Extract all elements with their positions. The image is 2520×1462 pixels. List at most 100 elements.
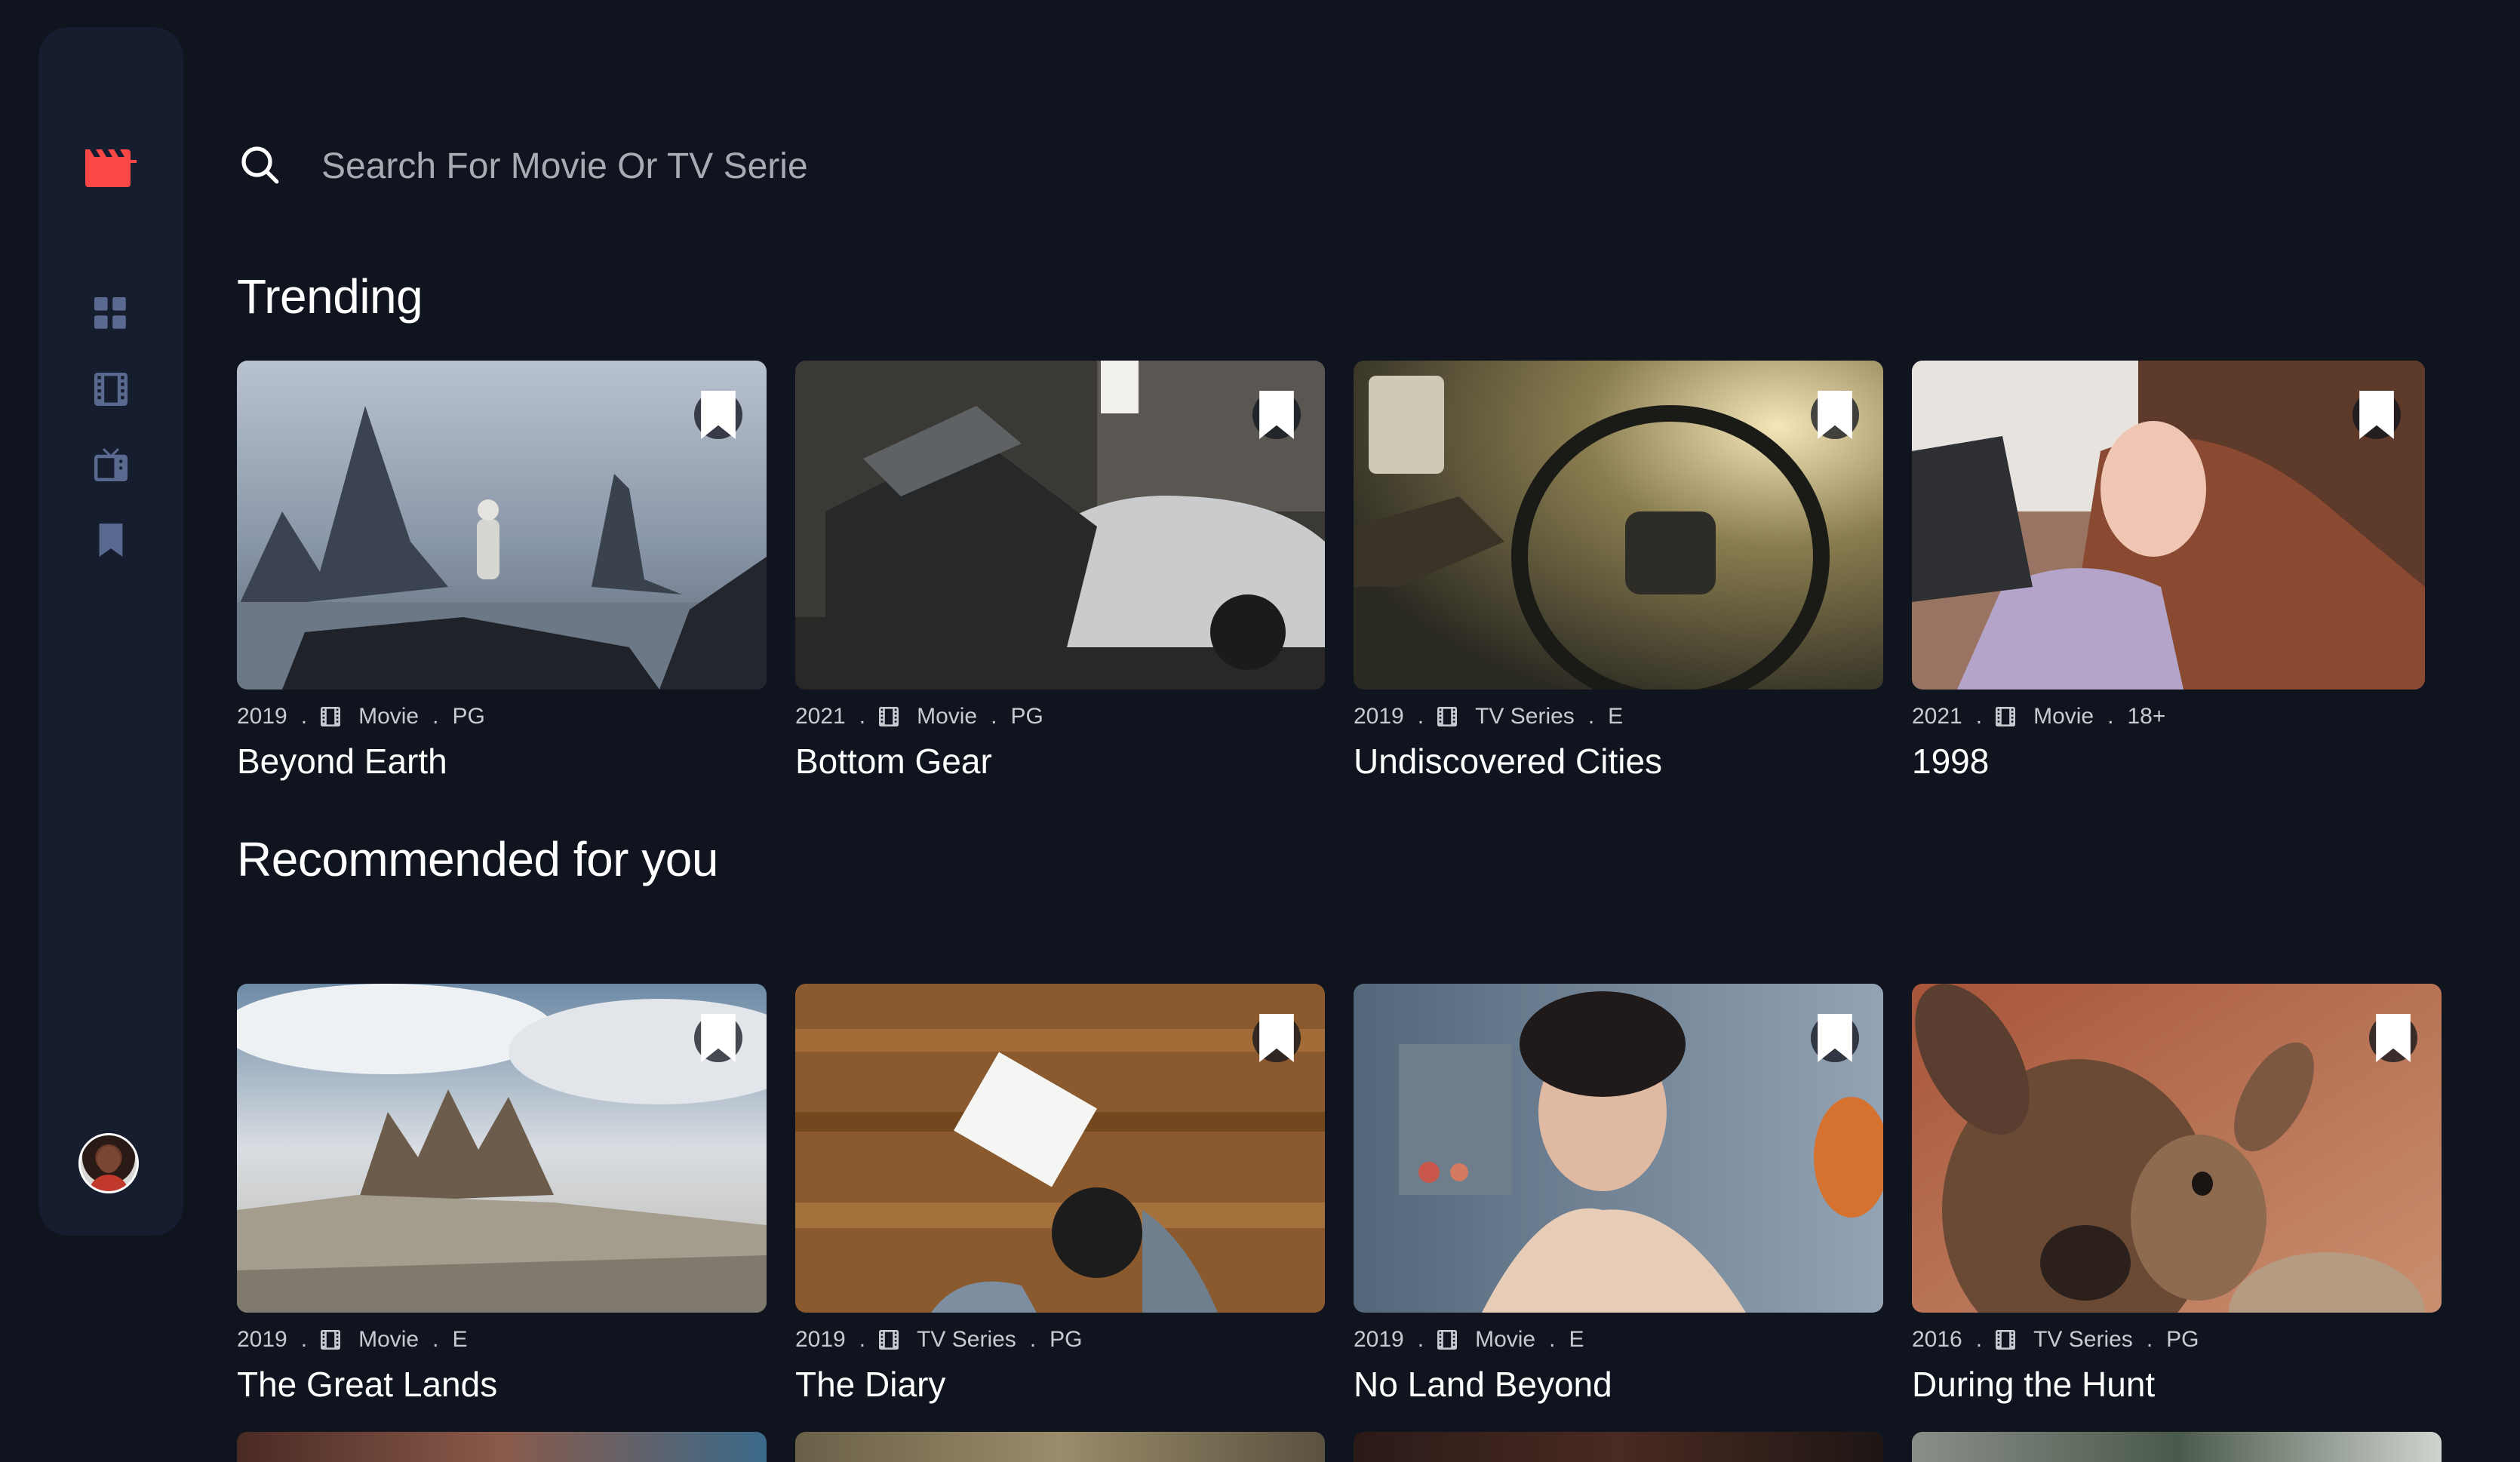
card-title: No Land Beyond [1354,1365,1612,1404]
meta-separator: . [432,704,439,729]
card-thumbnail [1912,361,2425,690]
card-thumbnail-peek[interactable] [795,1432,1325,1462]
card-rating: PG [452,704,485,729]
card-category: Movie [2033,704,2094,729]
search-input[interactable] [309,137,2196,195]
bookmark-button[interactable] [694,391,742,439]
meta-separator: . [859,704,866,729]
movie-category-icon [879,707,899,726]
card-title: The Great Lands [237,1365,498,1404]
bookmark-button[interactable] [694,1014,742,1062]
card-title: Undiscovered Cities [1354,742,1663,781]
bookmark-button[interactable] [2369,1014,2417,1062]
trending-card-1[interactable]: 2019 . Movie . PG Beyond Earth [237,361,767,782]
meta-separator: . [2107,704,2114,729]
meta-separator: . [300,1327,308,1352]
avatar[interactable] [78,1133,139,1193]
card-rating: E [1569,1327,1584,1352]
card-year: 2016 [1912,1327,1962,1352]
card-category: Movie [917,704,978,729]
card-rating: E [1608,704,1624,729]
card-rating: PG [2166,1327,2199,1352]
card-rating: PG [1049,1327,1083,1352]
card-thumbnail [237,984,767,1313]
bookmark-button[interactable] [1252,1014,1301,1062]
movie-category-icon [1437,1330,1458,1350]
meta-separator: . [300,704,308,729]
card-meta: 2019 . Movie . E [1354,1325,1883,1355]
tv-category-icon [1437,707,1458,726]
card-rating: E [452,1327,468,1352]
card-meta: 2019 . Movie . PG [237,702,767,732]
meta-separator: . [859,1327,866,1352]
card-category: TV Series [917,1327,1016,1352]
recommended-card-2[interactable]: 2019 . TV Series . PG The Diary [795,984,1325,1405]
home-grid-icon[interactable] [94,297,128,330]
bookmark-button[interactable] [2353,391,2401,439]
card-meta: 2019 . TV Series . PG [795,1325,1325,1355]
card-category: Movie [358,704,419,729]
card-meta: 2021 . Movie . 18+ [1912,702,2425,732]
tv-category-icon [879,1330,899,1350]
card-category: TV Series [1475,704,1575,729]
movie-category-icon [321,707,341,726]
meta-separator: . [991,704,997,729]
card-year: 2019 [237,704,287,729]
movies-film-icon[interactable] [94,373,128,406]
meta-separator: . [1549,1327,1556,1352]
card-thumbnail [1354,984,1883,1313]
trending-card-3[interactable]: 2019 . TV Series . E Undiscovered Cities [1354,361,1883,782]
card-year: 2019 [1354,1327,1404,1352]
card-thumbnail-peek[interactable] [1912,1432,2442,1462]
bookmark-icon[interactable] [94,524,128,557]
recommended-heading: Recommended for you [237,832,718,886]
card-thumbnail-peek[interactable] [1354,1432,1883,1462]
trending-card-2[interactable]: 2021 . Movie . PG Bottom Gear [795,361,1325,782]
card-title: 1998 [1912,742,1990,781]
card-title: Beyond Earth [237,742,447,781]
card-year: 2019 [795,1327,846,1352]
meta-separator: . [1029,1327,1037,1352]
card-meta: 2021 . Movie . PG [795,702,1325,732]
card-category: Movie [1475,1327,1536,1352]
recommended-card-4[interactable]: 2016 . TV Series . PG During the Hunt [1912,984,2442,1405]
recommended-card-1[interactable]: 2019 . Movie . E The Great Lands [237,984,767,1405]
trending-heading: Trending [237,269,423,324]
bookmark-button[interactable] [1811,1014,1859,1062]
trending-card-4[interactable]: 2021 . Movie . 18+ 1998 [1912,361,2425,782]
card-rating: PG [1010,704,1043,729]
card-thumbnail [237,361,767,690]
bookmark-button[interactable] [1811,391,1859,439]
movie-clapper-icon[interactable] [85,146,137,187]
card-meta: 2019 . Movie . E [237,1325,767,1355]
tv-category-icon [1996,1330,2016,1350]
meta-separator: . [1587,704,1595,729]
search-icon [238,143,281,186]
card-meta: 2019 . TV Series . E [1354,702,1883,732]
meta-separator: . [1417,1327,1424,1352]
card-year: 2019 [1354,704,1404,729]
card-title: Bottom Gear [795,742,992,781]
card-thumbnail-peek[interactable] [237,1432,767,1462]
sidebar [38,27,183,1236]
recommended-card-3[interactable]: 2019 . Movie . E No Land Beyond [1354,984,1883,1405]
movie-category-icon [1996,707,2016,726]
card-year: 2021 [795,704,846,729]
card-category: TV Series [2033,1327,2133,1352]
card-year: 2019 [237,1327,287,1352]
tv-series-icon[interactable] [94,448,128,481]
card-title: The Diary [795,1365,946,1404]
meta-separator: . [1417,704,1424,729]
card-thumbnail [795,984,1325,1313]
bookmark-button[interactable] [1252,391,1301,439]
card-thumbnail [795,361,1325,690]
card-meta: 2016 . TV Series . PG [1912,1325,2442,1355]
card-thumbnail [1912,984,2442,1313]
card-thumbnail [1354,361,1883,690]
card-year: 2021 [1912,704,1962,729]
card-rating: 18+ [2127,704,2166,729]
meta-separator: . [2146,1327,2153,1352]
meta-separator: . [432,1327,439,1352]
card-title: During the Hunt [1912,1365,2156,1404]
meta-separator: . [1975,1327,1983,1352]
